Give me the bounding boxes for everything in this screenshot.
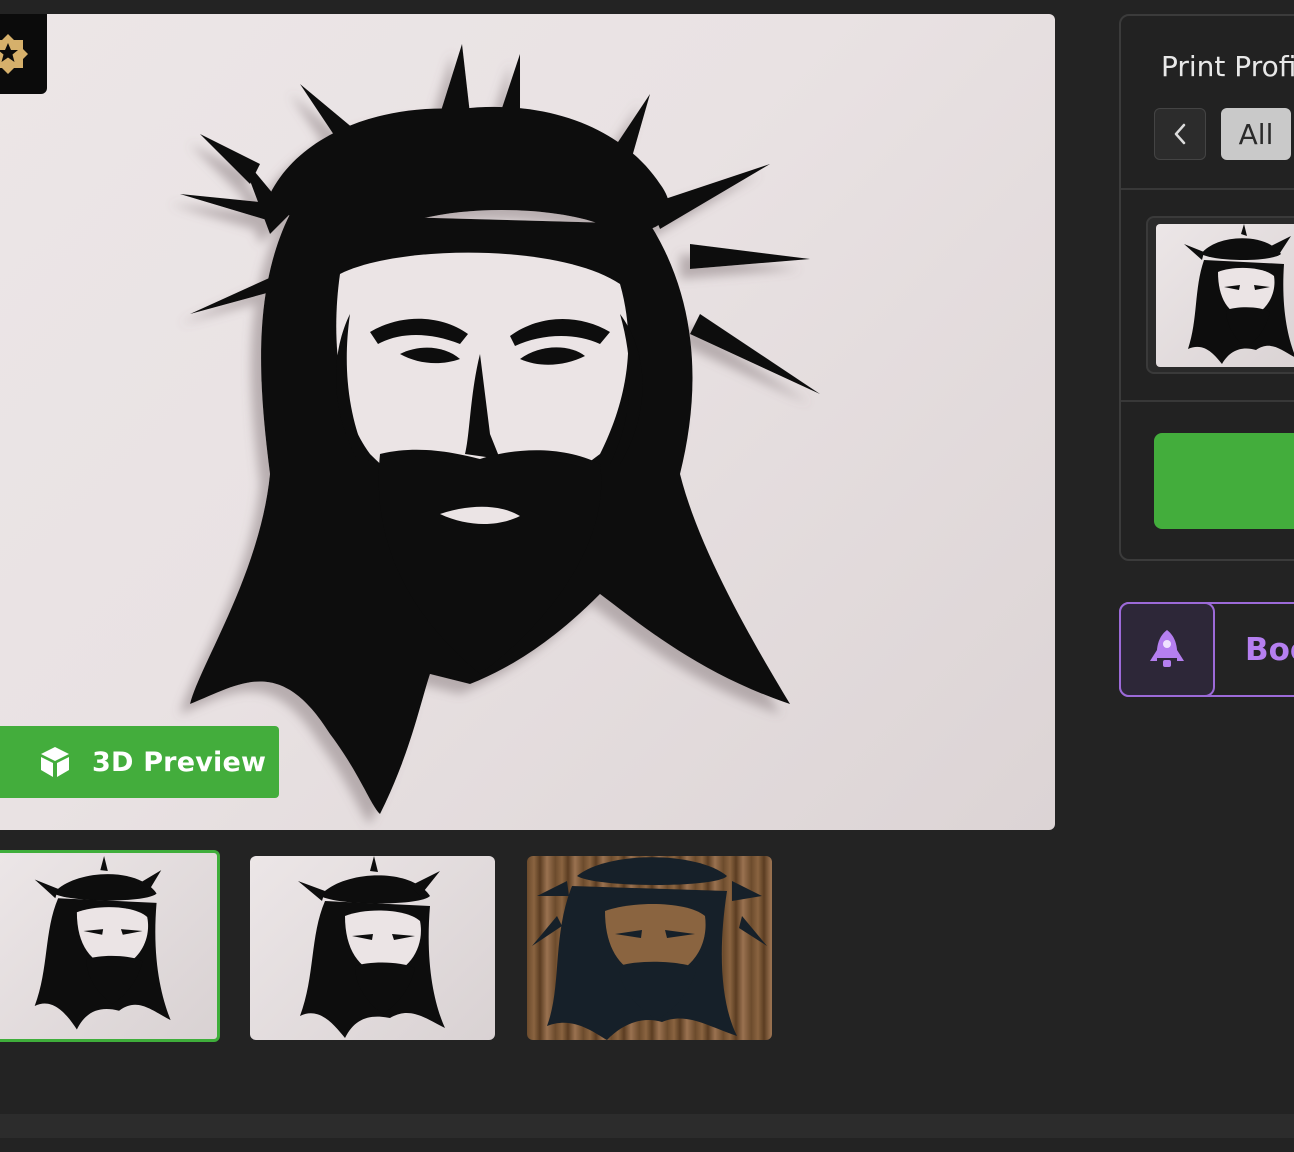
boost-label: Boo [1245, 632, 1294, 668]
boost-icon-box [1119, 602, 1215, 697]
divider [1121, 400, 1294, 402]
chevron-left-icon [1174, 123, 1186, 145]
print-profile-card[interactable] [1146, 216, 1294, 374]
cube-icon [38, 745, 72, 779]
3d-preview-button[interactable]: 3D Preview [0, 726, 279, 798]
print-profile-thumbnail [1156, 224, 1294, 367]
thumbnail-image [34, 856, 171, 1030]
print-profile-title: Print Profi [1161, 50, 1294, 83]
thumbnail-1[interactable] [0, 850, 220, 1042]
page: 3D Preview Print Profi All Bo [0, 0, 1294, 1152]
footer-bar [0, 1114, 1294, 1138]
thumbnail-3[interactable] [527, 856, 772, 1040]
thumbnail-image [298, 856, 445, 1038]
main-product-image[interactable] [0, 14, 1055, 830]
boost-button[interactable]: Boo [1119, 602, 1294, 697]
divider [1121, 188, 1294, 190]
filter-all-chip[interactable]: All [1221, 108, 1291, 160]
primary-action-button[interactable] [1154, 433, 1294, 529]
thumbnail-image [532, 857, 767, 1040]
print-profile-panel: Print Profi All [1119, 14, 1294, 561]
3d-preview-label: 3D Preview [92, 746, 267, 778]
thumbnail-2[interactable] [250, 856, 495, 1040]
previous-button[interactable] [1154, 108, 1206, 160]
thumbnail-image [1184, 224, 1294, 364]
rocket-icon [1150, 629, 1184, 667]
star-badge-icon [0, 34, 28, 74]
featured-badge [0, 14, 47, 94]
jesus-wall-art-image [180, 44, 820, 814]
